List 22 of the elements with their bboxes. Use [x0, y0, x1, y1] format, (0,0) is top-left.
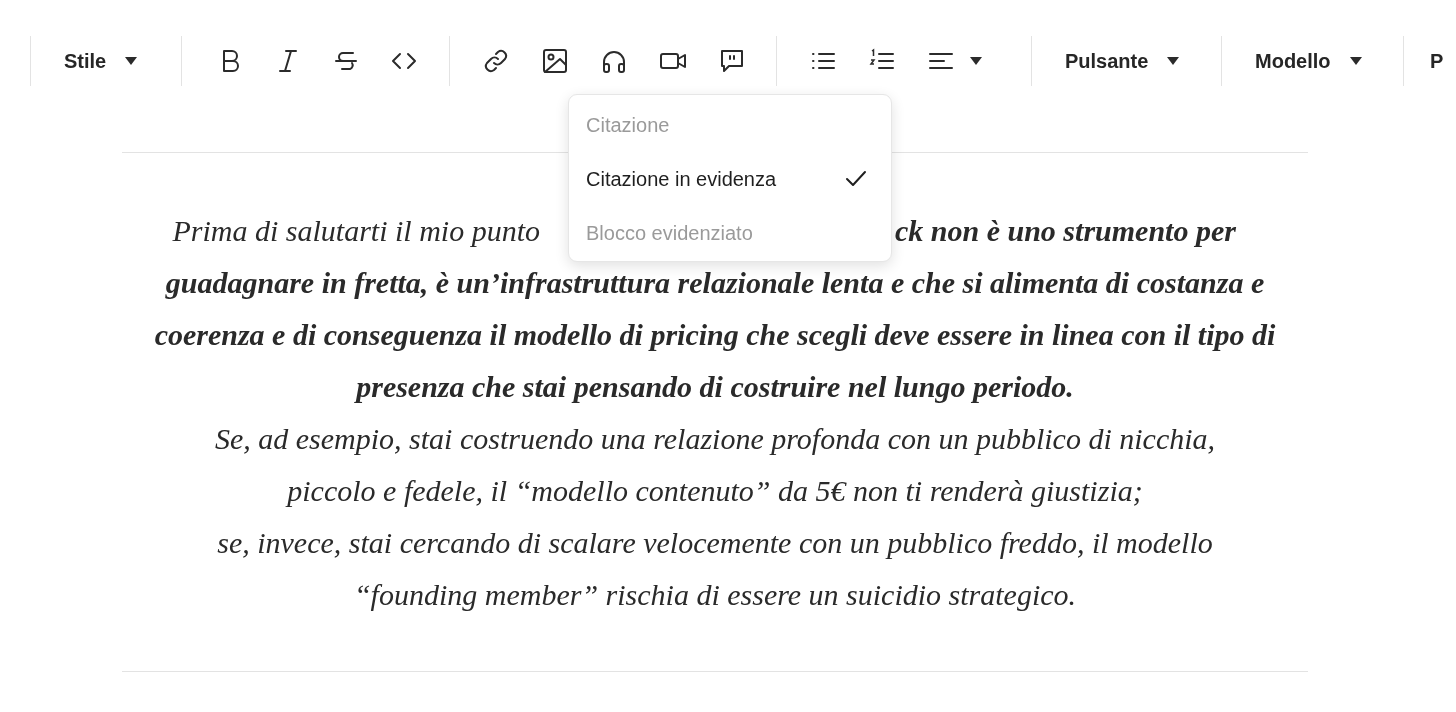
quote-text: ck non è uno strumento per [895, 214, 1237, 248]
quote-text: presenza che stai pensando di costruire nel lungo periodo. [356, 370, 1074, 404]
caret-icon [1348, 56, 1363, 66]
caret-icon[interactable] [969, 56, 983, 66]
link-icon[interactable] [482, 47, 510, 75]
dropdown-button[interactable]: Pulsante [1065, 49, 1181, 73]
quote-text: guadagnare in fretta, è un’infrastruttura relazionale lenta e che si alimenta di costanza e [165, 266, 1265, 300]
quote-text: coerenza e di conseguenza il modello di pricing che scegli deve essere in linea con il tipo di [154, 318, 1276, 352]
caret-icon [124, 56, 139, 66]
caret-icon [1166, 56, 1181, 66]
quote-text: Se, ad esempio, stai costruendo una relazione profonda con un pubblico di nicchia, [214, 422, 1216, 456]
image-icon[interactable] [541, 47, 569, 75]
quote-bubble-icon[interactable] [718, 47, 746, 75]
dropdown-button[interactable]: Stile [64, 49, 139, 73]
dropdown-button[interactable]: Modello [1255, 49, 1363, 73]
quote-text: Prima di salutarti il mio punto [171, 214, 540, 248]
quote-text: se, invece, stai cercando di scalare velocemente con un pubblico freddo, il modello [217, 526, 1213, 560]
quote-text: piccolo e fedele, il “modello contenuto” da 5€ non ti renderà giustizia; [287, 474, 1143, 508]
quote-text: “founding member” rischia di essere un suicidio strategico. [353, 578, 1077, 612]
menu-item[interactable]: Citazione in evidenza [569, 152, 891, 206]
dropdown-button[interactable]: P [1430, 49, 1444, 73]
checkmark-icon [845, 170, 867, 188]
